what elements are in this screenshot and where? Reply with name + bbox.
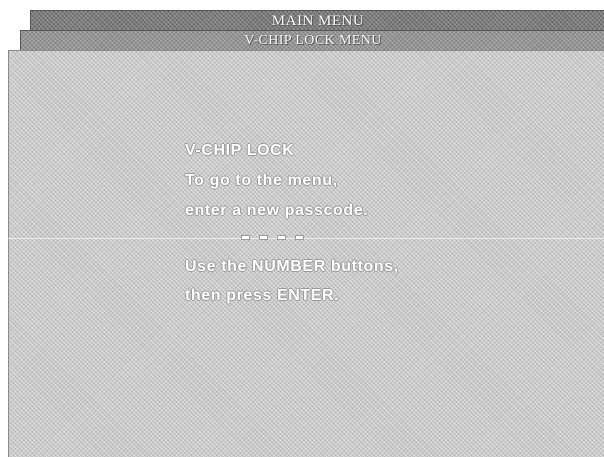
passcode-input[interactable] (236, 228, 316, 244)
hint-line-2: then press ENTER. (185, 287, 340, 304)
vchip-lock-menu-title: V-CHIP LOCK MENU (244, 33, 382, 48)
main-menu-title: MAIN MENU (271, 13, 365, 29)
hint-line-1: Use the NUMBER buttons, (185, 258, 399, 275)
passcode-digit-slot (278, 236, 285, 239)
passcode-digit-slot (242, 236, 249, 239)
passcode-digit-slot (260, 236, 267, 239)
instruction-line-1: To go to the menu, (185, 172, 338, 189)
vchip-lock-panel (8, 50, 604, 457)
tv-menu-screen: MAIN MENU V-CHIP LOCK MENU V-CHIP LOCK T… (0, 0, 604, 457)
instruction-line-2: enter a new passcode. (185, 202, 369, 219)
passcode-digit-slot (296, 236, 303, 239)
vchip-lock-heading: V-CHIP LOCK (185, 142, 295, 159)
